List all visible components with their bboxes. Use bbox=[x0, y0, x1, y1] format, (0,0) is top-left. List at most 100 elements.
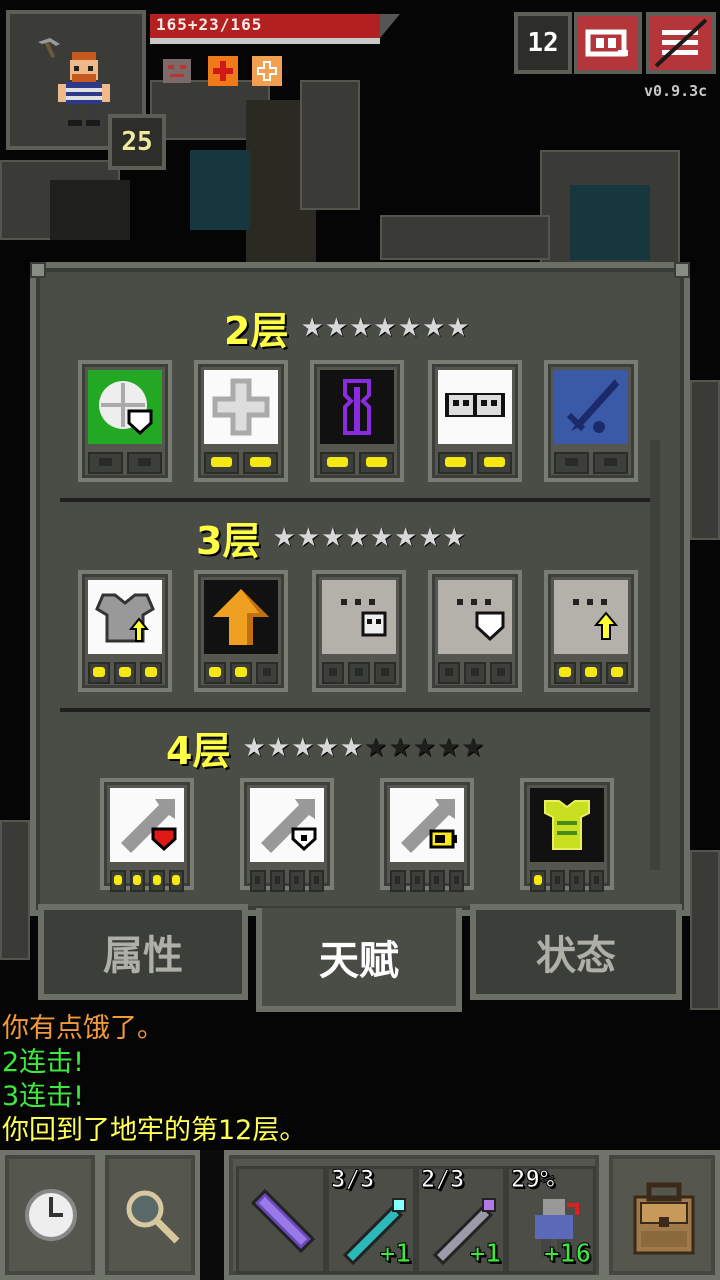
tab-stats[interactable]: 属性 bbox=[38, 904, 248, 1000]
hero-level-badge: 25 bbox=[108, 114, 166, 170]
tier-star: ★ bbox=[296, 522, 322, 553]
talent-pips bbox=[322, 662, 396, 684]
talent-pip bbox=[230, 662, 252, 684]
log-line: 2连击! bbox=[2, 1047, 85, 1078]
talent-slot[interactable] bbox=[428, 570, 522, 692]
tier-star: ★ bbox=[373, 312, 398, 343]
twin-skull-icon bbox=[438, 370, 512, 444]
tier-3-header: 3层 ★★★★★★★★ bbox=[196, 510, 467, 565]
wand-bonus: +1 bbox=[469, 1239, 501, 1270]
quickslot[interactable] bbox=[236, 1166, 326, 1274]
log-line: 你有点饿了。 bbox=[2, 1013, 164, 1044]
talent-pip bbox=[269, 870, 285, 892]
talent-pip bbox=[243, 452, 278, 474]
talent-slot[interactable] bbox=[544, 360, 638, 482]
quickslot[interactable]: 29% +16 bbox=[506, 1165, 596, 1274]
talent-pip bbox=[348, 662, 370, 684]
tab-talents[interactable]: 天赋 bbox=[256, 908, 462, 1012]
water-tile bbox=[570, 185, 650, 260]
talent-pip bbox=[438, 452, 473, 474]
quickslot[interactable]: 3/3 +1 bbox=[326, 1165, 416, 1274]
tier-star: ★ bbox=[394, 522, 419, 553]
search-icon bbox=[126, 1190, 180, 1244]
talent-slot[interactable] bbox=[78, 360, 172, 482]
wall-tile bbox=[300, 80, 360, 210]
talent-pip bbox=[110, 870, 126, 892]
talent-slot[interactable] bbox=[240, 778, 334, 892]
holy-cross-icon bbox=[204, 370, 278, 444]
menu-button[interactable] bbox=[646, 12, 716, 74]
experience-bar bbox=[150, 38, 380, 44]
armor-charge: 29% bbox=[510, 1165, 555, 1194]
talent-slot[interactable] bbox=[194, 360, 288, 482]
mask-buff-icon[interactable] bbox=[160, 54, 194, 88]
tier-star: ★ bbox=[300, 312, 325, 343]
clock-icon bbox=[25, 1189, 77, 1241]
talent-slot[interactable] bbox=[78, 570, 172, 692]
tier-2-header: 2层 ★★★★★★★ bbox=[224, 300, 471, 355]
talent-pips bbox=[320, 452, 394, 474]
heal-buff-icon[interactable] bbox=[250, 54, 284, 88]
talent-pip bbox=[140, 662, 162, 684]
bless-effigy-icon bbox=[554, 580, 628, 654]
tier-divider bbox=[60, 498, 660, 502]
backpack-button[interactable] bbox=[604, 1150, 720, 1280]
talent-pip bbox=[322, 662, 344, 684]
tab-status[interactable]: 状态 bbox=[470, 904, 682, 1000]
version-label: v0.9.3c bbox=[644, 82, 708, 100]
tier-star: ★ bbox=[349, 312, 374, 343]
talent-slot[interactable] bbox=[428, 360, 522, 482]
talent-pip bbox=[114, 662, 136, 684]
shield-strike-icon bbox=[250, 788, 324, 862]
backpack-icon bbox=[633, 1182, 695, 1255]
search-button[interactable] bbox=[100, 1150, 200, 1280]
tier-star: ★ bbox=[418, 522, 443, 553]
talent-slot[interactable] bbox=[194, 570, 288, 692]
talent-pip bbox=[359, 452, 394, 474]
talent-slot[interactable] bbox=[312, 570, 406, 692]
talent-pips bbox=[390, 870, 464, 892]
quickslot[interactable]: 2/3 +1 bbox=[416, 1165, 506, 1274]
talent-slot[interactable] bbox=[544, 570, 638, 692]
hero-sprite-icon bbox=[58, 52, 110, 126]
tier-4-stars: ★★★★★★★★★★ bbox=[242, 733, 485, 763]
floor-tile bbox=[50, 180, 130, 240]
tier-2-stars: ★★★★★★★ bbox=[300, 313, 470, 343]
message-log: 你有点饿了。 2连击! 3连击! 你回到了地牢的第12层。 bbox=[2, 1012, 306, 1148]
talent-pip bbox=[549, 870, 565, 892]
talent-pips bbox=[204, 452, 278, 474]
talent-pip bbox=[204, 452, 239, 474]
tier-star: ★ bbox=[369, 522, 395, 553]
tier-star: ★ bbox=[339, 732, 365, 763]
tier-star: ★ bbox=[242, 732, 267, 763]
wait-button[interactable] bbox=[0, 1150, 100, 1280]
talent-slot[interactable] bbox=[380, 778, 474, 892]
talent-scrollbar[interactable] bbox=[650, 440, 660, 870]
skull-effigy-icon bbox=[322, 580, 396, 654]
talent-pip bbox=[438, 662, 460, 684]
talent-pips bbox=[530, 870, 604, 892]
tier-4-header: 4层 ★★★★★★★★★★ bbox=[166, 720, 486, 775]
tier-4-label: 4层 bbox=[166, 729, 231, 773]
talent-pip bbox=[129, 870, 145, 892]
talent-slot[interactable] bbox=[520, 778, 614, 892]
talent-pip bbox=[149, 870, 165, 892]
talent-pips bbox=[204, 662, 278, 684]
talent-slot[interactable] bbox=[100, 778, 194, 892]
journal-button[interactable] bbox=[574, 12, 642, 74]
shield-bounce-icon bbox=[88, 370, 162, 444]
orange-arrow-icon bbox=[204, 580, 278, 654]
talent-pips bbox=[554, 662, 628, 684]
bless-buff-icon[interactable] bbox=[206, 54, 240, 88]
talent-pips bbox=[88, 452, 162, 474]
wall-tile bbox=[380, 215, 550, 260]
talent-pip bbox=[256, 662, 278, 684]
depth-indicator[interactable]: 12 bbox=[514, 12, 572, 74]
tier-star: ★ bbox=[324, 312, 350, 343]
talent-pip bbox=[390, 870, 406, 892]
talent-pips bbox=[88, 662, 162, 684]
talent-slot[interactable] bbox=[310, 360, 404, 482]
panel-corner bbox=[30, 262, 46, 278]
wall-tile bbox=[690, 380, 720, 540]
panel-corner bbox=[674, 262, 690, 278]
